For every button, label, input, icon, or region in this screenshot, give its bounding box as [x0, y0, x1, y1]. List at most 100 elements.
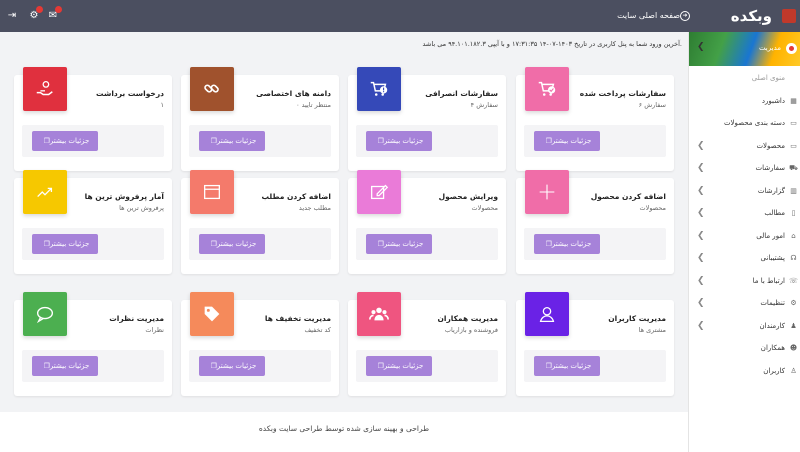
- card-footer: ❐جزئیات بیشتر: [189, 125, 331, 157]
- cart-check-icon: [525, 67, 569, 111]
- chevron-left-icon: ❮: [697, 298, 705, 308]
- card-title: درخواست برداشت: [96, 89, 164, 98]
- card-title: مدیریت همکاران: [437, 314, 498, 323]
- chevron-left-icon: ❮: [697, 42, 705, 52]
- more-details-button[interactable]: ❐جزئیات بیشتر: [32, 131, 98, 151]
- sidebar-item-label: ارتباط با ما: [752, 276, 785, 285]
- card-subtitle: منتظر تایید ۰: [296, 101, 331, 109]
- edit-icon: [357, 170, 401, 214]
- more-details-label: جزئیات بیشتر: [551, 240, 592, 248]
- logout-icon[interactable]: ⇥: [5, 9, 19, 23]
- home-link[interactable]: صفحه اصلی سایت: [617, 0, 680, 32]
- card-subtitle: پرفروش ترین ها: [119, 204, 164, 212]
- user-icon: ♙: [790, 366, 797, 375]
- sidebar-item-label: همکاران: [760, 344, 785, 352]
- chevron-left-icon: ❮: [697, 185, 705, 196]
- cart-icon: ⛟: [789, 164, 798, 172]
- sidebar-item[interactable]: مطالب ▯ ❮: [689, 203, 800, 226]
- sidebar-item[interactable]: محصولات ▭ ❮: [689, 136, 800, 159]
- card-title: مدیریت کاربران: [608, 314, 666, 323]
- dashboard-card: مدیریت تخفیف ها کد تخفیف ❐جزئیات بیشتر: [181, 292, 339, 396]
- card-footer: ❐جزئیات بیشتر: [524, 350, 666, 382]
- more-details-button[interactable]: ❐جزئیات بیشتر: [32, 356, 98, 376]
- plus-icon: [525, 170, 569, 214]
- more-details-label: جزئیات بیشتر: [551, 137, 592, 145]
- card-title: اضافه کردن محصول: [590, 192, 666, 201]
- sidebar-item: منوی اصلی: [689, 68, 800, 91]
- card-footer: ❐جزئیات بیشتر: [524, 125, 666, 157]
- card-subtitle: محصولات: [471, 204, 499, 212]
- more-details-label: جزئیات بیشتر: [216, 240, 257, 248]
- more-details-label: جزئیات بیشتر: [383, 137, 424, 145]
- more-details-label: جزئیات بیشتر: [49, 240, 90, 248]
- chevron-left-icon: ❮: [697, 253, 705, 263]
- notification-badge: [36, 6, 43, 13]
- dashboard-card: دامنه های اختصاصی منتظر تایید ۰ ❐جزئیات بی…: [181, 67, 339, 171]
- more-details-button[interactable]: ❐جزئیات بیشتر: [199, 131, 265, 151]
- more-details-button[interactable]: ❐جزئیات بیشتر: [534, 131, 600, 151]
- card-title: سفارشات پرداخت شده: [579, 89, 666, 98]
- sidebar-item-label: تنظیمات: [760, 299, 785, 307]
- more-details-label: جزئیات بیشتر: [49, 362, 90, 370]
- card-title: مدیریت تخفیف ها: [264, 314, 331, 323]
- more-details-label: جزئیات بیشتر: [49, 137, 90, 145]
- user-outline-icon: [525, 292, 569, 336]
- chevron-left-icon: ❮: [697, 275, 705, 286]
- sidebar-item-label: امور مالی: [756, 231, 785, 240]
- more-details-button[interactable]: ❐جزئیات بیشتر: [32, 234, 98, 254]
- trend-icon: [23, 170, 67, 214]
- sidebar-item[interactable]: تنظیمات ⚙ ❮: [689, 293, 800, 316]
- sidebar-item[interactable]: سفارشات ⛟ ❮: [689, 158, 800, 181]
- more-details-button[interactable]: ❐جزئیات بیشتر: [199, 356, 265, 376]
- footer: طراحی و بهینه سازی شده توسط طراحی سایت و…: [0, 412, 688, 452]
- more-details-label: جزئیات بیشتر: [216, 137, 257, 145]
- chevron-left-icon: ❮: [697, 140, 705, 151]
- card-title: دامنه های اختصاصی: [256, 89, 331, 98]
- dashboard-card: مدیریت نظرات نظرات ❐جزئیات بیشتر: [14, 292, 172, 396]
- hand-money-icon: [23, 67, 67, 111]
- sidebar-item-label: کارمندان: [759, 321, 785, 330]
- more-details-button[interactable]: ❐جزئیات بیشتر: [534, 234, 600, 254]
- user-tie-icon: ♟: [790, 321, 797, 330]
- sidebar-item-label: مطالب: [764, 209, 785, 217]
- card-title: ویرایش محصول: [438, 192, 498, 201]
- sidebar-item-label: گزارشات: [757, 186, 785, 195]
- footer-credit[interactable]: طراحی و بهینه سازی شده توسط طراحی سایت و…: [0, 424, 688, 433]
- more-details-button[interactable]: ❐جزئیات بیشتر: [199, 234, 265, 254]
- more-details-button[interactable]: ❐جزئیات بیشتر: [534, 356, 600, 376]
- chevron-left-icon: ❮: [697, 163, 705, 173]
- card-footer: ❐جزئیات بیشتر: [22, 125, 164, 157]
- card-footer: ❐جزئیات بیشتر: [22, 228, 164, 260]
- sidebar: ❮ مدیریت منوی اصلی داشبورد ▦ دسته بندی محصو…: [688, 32, 800, 452]
- mail-badge: [55, 6, 62, 13]
- card-subtitle: نظرات: [145, 326, 164, 334]
- more-details-label: جزئیات بیشتر: [383, 362, 424, 370]
- dashboard-card: اضافه کردن مطلب مطلب جدید ❐جزئیات بیشتر: [181, 170, 339, 274]
- sidebar-item[interactable]: کاربران ♙: [689, 361, 800, 384]
- card-subtitle: فروشنده و بازاریاب: [444, 326, 498, 334]
- sidebar-item-label: منوی اصلی: [751, 74, 785, 82]
- sidebar-item[interactable]: دسته بندی محصولات ▭: [689, 113, 800, 136]
- sidebar-item[interactable]: داشبورد ▦: [689, 91, 800, 114]
- user-bar[interactable]: ❮ مدیریت: [689, 32, 800, 66]
- bank-icon: ⌂: [791, 231, 796, 240]
- more-details-label: جزئیات بیشتر: [383, 240, 424, 248]
- tag-icon: [190, 292, 234, 336]
- sidebar-item[interactable]: همکاران ☻: [689, 338, 800, 361]
- sidebar-item[interactable]: امور مالی ⌂ ❮: [689, 226, 800, 249]
- more-details-button[interactable]: ❐جزئیات بیشتر: [366, 234, 432, 254]
- more-details-button[interactable]: ❐جزئیات بیشتر: [366, 131, 432, 151]
- dashboard-card: درخواست برداشت ۱ ❐جزئیات بیشتر: [14, 67, 172, 171]
- dashboard-card: مدیریت همکاران فروشنده و بازاریاب ❐جزئیات …: [348, 292, 506, 396]
- sidebar-item[interactable]: کارمندان ♟ ❮: [689, 316, 800, 339]
- chevron-left-icon: ❮: [697, 320, 705, 331]
- sidebar-item[interactable]: ارتباط با ما ☏ ❮: [689, 271, 800, 294]
- users-icon: ☻: [789, 344, 798, 352]
- card-subtitle: ۶ سفارش: [638, 101, 666, 109]
- more-details-label: جزئیات بیشتر: [216, 362, 257, 370]
- dashboard-cards: سفارشات پرداخت شده ۶ سفارش ❐جزئیات بیشتر سف…: [0, 58, 688, 412]
- sidebar-item[interactable]: پشتیبانی ☊ ❮: [689, 248, 800, 271]
- more-details-button[interactable]: ❐جزئیات بیشتر: [366, 356, 432, 376]
- sidebar-item[interactable]: گزارشات ▥ ❮: [689, 181, 800, 204]
- cart-alert-icon: [357, 67, 401, 111]
